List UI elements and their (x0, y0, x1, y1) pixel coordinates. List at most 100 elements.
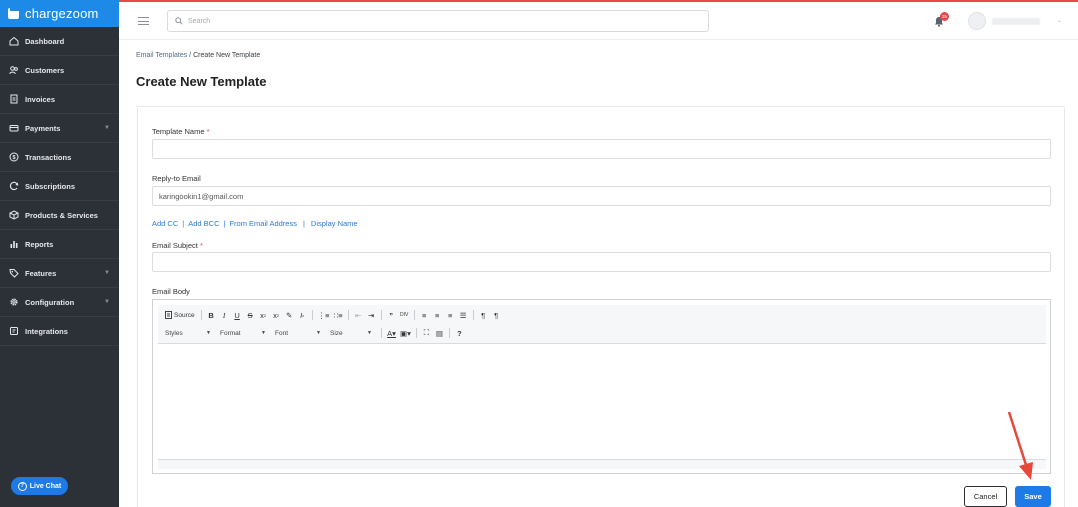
cancel-button[interactable]: Cancel (964, 486, 1007, 507)
decrease-indent-icon[interactable]: ⇤ (352, 308, 365, 322)
sidebar-item-dashboard[interactable]: Dashboard (0, 27, 119, 56)
search-input[interactable]: Search (167, 10, 709, 32)
notification-badge: 35 (940, 12, 949, 21)
required-mark: * (206, 127, 210, 136)
div-container-icon[interactable]: DIV (398, 308, 411, 322)
add-bcc-link[interactable]: Add BCC (188, 219, 219, 228)
source-button[interactable]: Source (162, 308, 198, 322)
remove-format-icon[interactable]: Ix (296, 308, 309, 322)
user-name-blurred[interactable] (992, 18, 1040, 25)
chevron-down-icon[interactable]: ⌄ (1057, 17, 1062, 24)
add-cc-link[interactable]: Add CC (152, 219, 178, 228)
increase-indent-icon[interactable]: ⇥ (365, 308, 378, 322)
bulleted-list-icon[interactable]: ∷≡ (332, 308, 345, 322)
sidebar-item-integrations[interactable]: Integrations (0, 317, 119, 346)
sidebar-item-transactions[interactable]: $ Transactions (0, 143, 119, 172)
template-name-field[interactable] (152, 139, 1051, 159)
avatar[interactable] (968, 12, 986, 30)
users-icon (9, 66, 18, 75)
source-label: Source (174, 311, 195, 319)
maximize-icon[interactable]: ⛶ (420, 326, 433, 340)
tag-icon (9, 269, 19, 278)
refresh-icon (9, 181, 19, 191)
sidebar-item-subscriptions[interactable]: Subscriptions (0, 172, 119, 201)
toolbar-separator (448, 328, 450, 338)
format-dropdown[interactable]: Format ▼ (217, 327, 269, 339)
sidebar-item-label: Configuration (25, 297, 75, 307)
display-name-link[interactable]: Display Name (311, 219, 358, 228)
sidebar-item-products-services[interactable]: Products & Services (0, 201, 119, 230)
subscript-icon[interactable]: x2 (257, 308, 270, 322)
superscript-icon[interactable]: x2 (270, 308, 283, 322)
sidebar-item-configuration[interactable]: Configuration ▼ (0, 288, 119, 317)
bold-icon[interactable]: B (205, 308, 218, 322)
dropdown-arrow-icon: ▼ (367, 330, 372, 336)
text-direction-rtl-icon[interactable]: ¶ (490, 308, 503, 322)
live-chat-button[interactable]: ? Live Chat (11, 477, 68, 495)
menu-toggle-icon[interactable] (138, 17, 149, 28)
toolbar-separator (380, 310, 382, 320)
font-label: Font (275, 329, 289, 337)
source-icon (165, 311, 172, 319)
email-subject-field[interactable] (152, 252, 1051, 272)
sidebar-item-label: Integrations (25, 326, 68, 336)
toolbar-separator (311, 310, 313, 320)
card-icon (9, 125, 19, 132)
dropdown-arrow-icon: ▼ (316, 330, 321, 336)
text-direction-ltr-icon[interactable]: ¶ (477, 308, 490, 322)
reply-to-email-field[interactable]: karingookin1@gmail.com (152, 186, 1051, 206)
strikethrough-icon[interactable]: S (244, 308, 257, 322)
styles-label: Styles (165, 329, 183, 337)
size-dropdown[interactable]: Size ▼ (327, 327, 375, 339)
dropdown-arrow-icon: ▼ (206, 330, 211, 336)
align-right-icon[interactable]: ≡ (444, 308, 457, 322)
size-label: Size (330, 329, 343, 337)
toolbar-separator (413, 310, 415, 320)
template-name-label: Template Name * (152, 127, 210, 136)
link-separator: | (223, 219, 226, 228)
align-left-icon[interactable]: ≡ (418, 308, 431, 322)
help-icon[interactable]: ? (453, 326, 466, 340)
show-blocks-icon[interactable]: ▤ (433, 326, 446, 340)
font-dropdown[interactable]: Font ▼ (272, 327, 324, 339)
underline-icon[interactable]: U (231, 308, 244, 322)
numbered-list-icon[interactable]: ⋮≡ (316, 308, 332, 322)
logo-icon (8, 6, 19, 19)
toolbar-separator (347, 310, 349, 320)
rich-text-editor: Source B I U S x2 x2 ✎ Ix ⋮≡ ∷≡ ⇤ ⇥ ” DI… (152, 299, 1051, 474)
home-icon (9, 36, 19, 46)
sidebar-item-invoices[interactable]: Invoices (0, 85, 119, 114)
editor-toolbar: Source B I U S x2 x2 ✎ Ix ⋮≡ ∷≡ ⇤ ⇥ ” DI… (158, 305, 1046, 344)
sidebar-nav: Dashboard Customers Invoices Payments ▼ $ Tran… (0, 27, 119, 346)
italic-icon[interactable]: I (218, 308, 231, 322)
text-color-icon[interactable]: A▾ (385, 326, 398, 340)
logo[interactable]: chargezoom (0, 0, 119, 27)
email-options-links: Add CC | Add BCC | From Email Address | … (152, 219, 358, 228)
justify-icon[interactable]: ☰ (457, 308, 470, 322)
sidebar-item-features[interactable]: Features ▼ (0, 259, 119, 288)
copy-formatting-icon[interactable]: ✎ (283, 308, 296, 322)
editor-content-area[interactable] (158, 345, 1046, 459)
chevron-down-icon: ▼ (104, 125, 110, 131)
align-center-icon[interactable]: ≡ (431, 308, 444, 322)
styles-dropdown[interactable]: Styles ▼ (162, 327, 214, 339)
divider (136, 106, 1065, 107)
sidebar-item-payments[interactable]: Payments ▼ (0, 114, 119, 143)
save-button[interactable]: Save (1015, 486, 1051, 507)
sidebar-item-label: Transactions (25, 152, 72, 162)
link-separator: | (182, 219, 185, 228)
search-icon (175, 17, 183, 25)
from-email-address-link[interactable]: From Email Address (229, 219, 297, 228)
toolbar-separator (381, 328, 382, 338)
sidebar-item-reports[interactable]: Reports (0, 230, 119, 259)
background-color-icon[interactable]: ▣▾ (398, 326, 413, 340)
sidebar-item-label: Dashboard (25, 36, 65, 46)
blockquote-icon[interactable]: ” (385, 308, 398, 322)
sidebar-item-label: Payments (25, 123, 61, 133)
help-icon: ? (17, 481, 27, 491)
editor-resize-bar[interactable] (158, 459, 1046, 469)
sidebar-item-customers[interactable]: Customers (0, 56, 119, 85)
gear-icon (10, 298, 18, 306)
breadcrumb-email-templates[interactable]: Email Templates (136, 52, 187, 59)
required-mark: * (199, 241, 203, 250)
